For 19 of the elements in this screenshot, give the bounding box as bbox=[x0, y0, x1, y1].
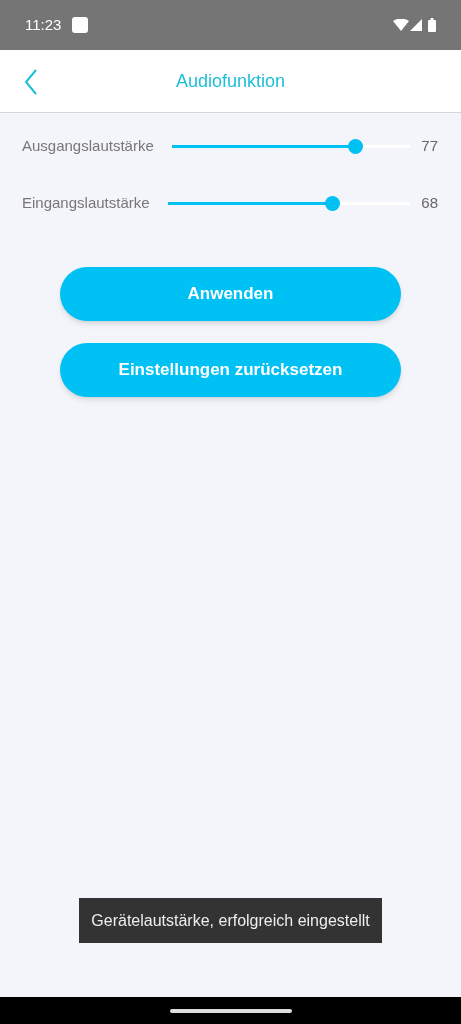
slider-thumb[interactable] bbox=[325, 195, 341, 211]
status-time: 11:23 bbox=[25, 14, 62, 35]
action-button[interactable]: Anwenden bbox=[60, 267, 401, 321]
signal-icon bbox=[410, 19, 422, 31]
slider-track[interactable] bbox=[171, 144, 410, 148]
action-button[interactable]: Einstellungen zurücksetzen bbox=[60, 343, 401, 397]
notification-icon bbox=[72, 17, 89, 33]
back-icon bbox=[24, 69, 38, 95]
slider-label: Ausgangslautstärke bbox=[22, 135, 154, 156]
slider-label: Eingangslautstärke bbox=[22, 192, 150, 213]
slider-value: 77 bbox=[420, 135, 438, 156]
home-indicator[interactable] bbox=[169, 1008, 292, 1013]
toast-message: Gerätelautstärke, erfolgreich eingestellt bbox=[79, 898, 382, 943]
slider-value: 68 bbox=[420, 192, 438, 213]
slider-thumb[interactable] bbox=[348, 138, 364, 154]
slider-track[interactable] bbox=[167, 201, 410, 205]
wifi-icon bbox=[393, 19, 409, 31]
battery-icon bbox=[428, 18, 436, 32]
page-title: Audiofunktion bbox=[175, 69, 286, 93]
